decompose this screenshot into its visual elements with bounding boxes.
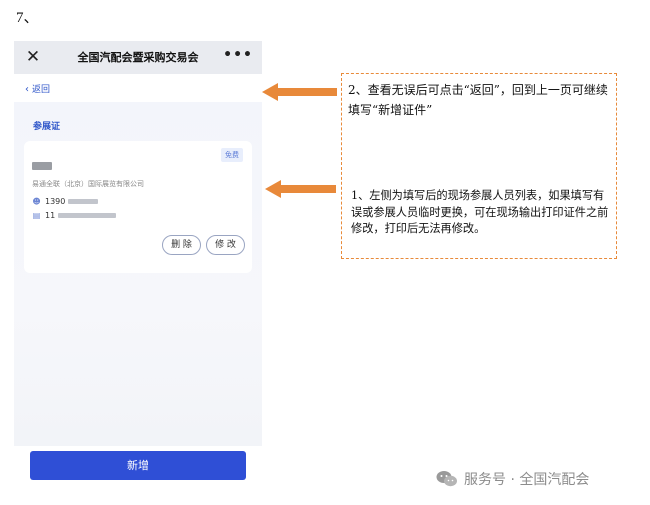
chevron-left-icon: ‹: [25, 84, 29, 95]
more-icon[interactable]: •••: [223, 47, 253, 63]
fee-badge: 免费: [221, 148, 243, 162]
company-name: 易通全联（北京）国际展览有限公司: [32, 180, 144, 188]
wechat-icon: [436, 471, 457, 487]
id-number: 11: [45, 211, 56, 220]
app-header: ✕ 全国汽配会暨采购交易会 •••: [14, 41, 262, 74]
annotation-note-1-text: 1、左侧为填写后的现场参展人员列表，如果填写有误或参展人员临时更换，可在现场输出…: [351, 189, 609, 235]
annotation-note-1: 1、左侧为填写后的现场参展人员列表，如果填写有误或参展人员临时更换，可在现场输出…: [351, 188, 613, 238]
app-title: 全国汽配会暨采购交易会: [77, 51, 199, 64]
step-number: 7、: [16, 10, 39, 26]
close-icon[interactable]: ✕: [25, 48, 41, 66]
phone-number: 1390: [45, 197, 66, 206]
attendee-card: 免费 易通全联（北京）国际展览有限公司 ☻ 1390 ▤ 11 删 除 修 改: [24, 141, 252, 273]
arrow-left-icon: [265, 180, 336, 198]
page-body: 参展证 免费 易通全联（北京）国际展览有限公司 ☻ 1390 ▤ 11 删 除 …: [14, 102, 262, 446]
back-label: 返回: [32, 85, 51, 95]
person-icon: ☻: [32, 197, 41, 206]
phone-screenshot: ✕ 全国汽配会暨采购交易会 ••• ‹ 返回 参展证 免费 易通全联（北京）国际展…: [14, 41, 262, 446]
attendee-name-redacted: [32, 162, 52, 170]
arrow-left-icon: [262, 83, 337, 101]
annotation-note-2: 2、查看无误后可点击“返回”，回到上一页可继续填写“新增证件”: [348, 83, 608, 117]
back-bar: ‹ 返回: [14, 74, 262, 102]
add-button[interactable]: 新增: [30, 451, 246, 480]
phone-row: ☻ 1390: [32, 197, 99, 206]
watermark-text: 服务号 · 全国汽配会: [464, 472, 590, 488]
id-redacted: [58, 213, 117, 218]
id-row: ▤ 11: [32, 211, 117, 220]
back-link[interactable]: ‹ 返回: [25, 82, 50, 95]
phone-redacted: [68, 199, 99, 204]
edit-button[interactable]: 修 改: [206, 235, 245, 255]
id-card-icon: ▤: [32, 211, 41, 220]
delete-button[interactable]: 删 除: [162, 235, 201, 255]
section-title: 参展证: [33, 122, 61, 132]
watermark: 服务号 · 全国汽配会: [436, 469, 589, 489]
